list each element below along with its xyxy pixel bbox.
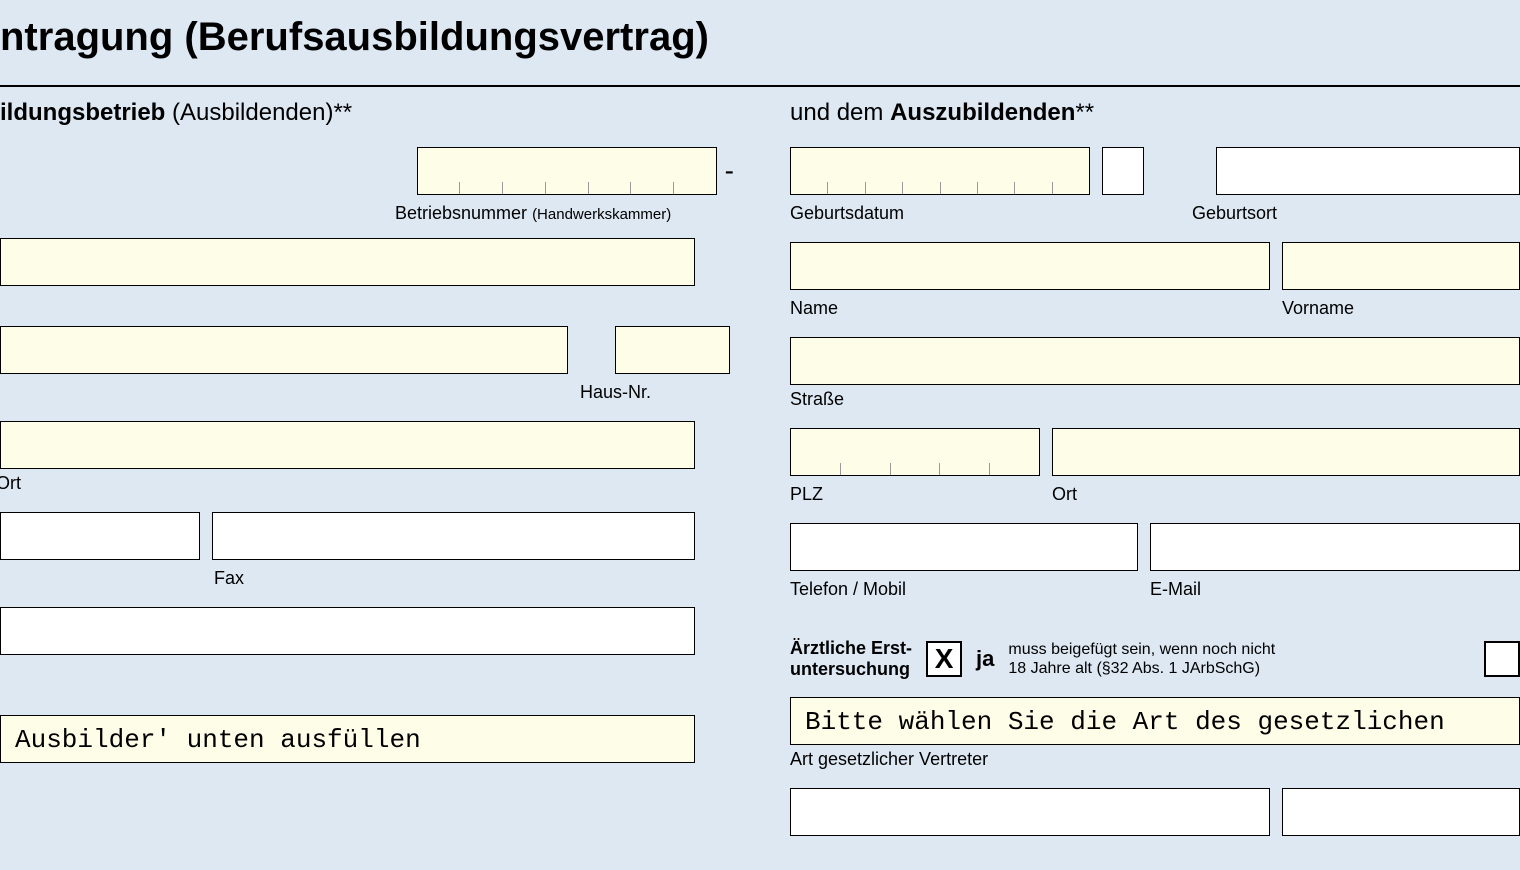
ausbilder-select[interactable]: Ausbilder' unten ausfüllen xyxy=(0,715,695,763)
birthdate-extra-input[interactable] xyxy=(1102,147,1144,195)
guardian-name-input[interactable] xyxy=(790,788,1270,836)
company-city-input[interactable] xyxy=(0,421,695,469)
betriebsnummer-input[interactable] xyxy=(417,147,717,195)
birthplace-label: Geburtsort xyxy=(1192,203,1277,224)
medical-exam-extra-checkbox[interactable] xyxy=(1484,641,1520,677)
divider xyxy=(0,85,1520,87)
trainee-email-input[interactable] xyxy=(1150,523,1520,571)
dash: - xyxy=(725,155,734,187)
trainee-phone-input[interactable] xyxy=(790,523,1138,571)
guardian-firstname-input[interactable] xyxy=(1282,788,1520,836)
trainee-street-input[interactable] xyxy=(790,337,1520,385)
medical-exam-label: Ärztliche Erst- untersuchung xyxy=(790,638,912,679)
trainee-plz-input[interactable] xyxy=(790,428,1040,476)
medical-exam-yes-checkbox[interactable]: X xyxy=(926,641,962,677)
plz-label: PLZ xyxy=(790,484,1052,505)
email-label: E-Mail xyxy=(1150,579,1201,600)
medical-exam-note: muss beigefügt sein, wenn noch nicht 18 … xyxy=(1008,640,1275,678)
trainee-ort-label: Ort xyxy=(1052,484,1077,505)
vorname-label: Vorname xyxy=(1282,298,1354,319)
trainee-heading: und dem Auszubildenden** xyxy=(790,99,1520,127)
company-section: ildungsbetrieb (Ausbildenden)** - Betrie… xyxy=(0,99,730,840)
strasse-label: Straße xyxy=(790,389,1520,410)
betriebsnummer-label: Betriebsnummer (Handwerkskammer) xyxy=(395,203,671,224)
company-phone-input[interactable] xyxy=(0,512,200,560)
company-ort-label: Ort xyxy=(0,473,695,494)
birthdate-input[interactable] xyxy=(790,147,1090,195)
yes-label: ja xyxy=(976,646,994,672)
company-name-input[interactable] xyxy=(0,238,695,286)
birthplace-input[interactable] xyxy=(1216,147,1520,195)
trainee-section: und dem Auszubildenden** Geburtsdatu xyxy=(790,99,1520,840)
company-fax-input[interactable] xyxy=(212,512,695,560)
lastname-input[interactable] xyxy=(790,242,1270,290)
company-hausnr-input[interactable] xyxy=(615,326,730,374)
trainee-city-input[interactable] xyxy=(1052,428,1520,476)
page-title: ntragung (Berufsausbildungsvertrag) xyxy=(0,15,1520,60)
hausnr-label: Haus-Nr. xyxy=(580,382,651,403)
firstname-input[interactable] xyxy=(1282,242,1520,290)
company-heading: ildungsbetrieb (Ausbildenden)** xyxy=(0,99,730,127)
name-label: Name xyxy=(790,298,1282,319)
birthdate-label: Geburtsdatum xyxy=(790,203,1192,224)
medical-exam-row: Ärztliche Erst- untersuchung X ja muss b… xyxy=(790,638,1520,679)
guardian-type-select[interactable]: Bitte wählen Sie die Art des gesetzliche… xyxy=(790,697,1520,745)
guardian-type-label: Art gesetzlicher Vertreter xyxy=(790,749,1520,770)
fax-label: Fax xyxy=(214,568,244,589)
telefon-label: Telefon / Mobil xyxy=(790,579,1150,600)
company-extra-input[interactable] xyxy=(0,607,695,655)
company-street-input[interactable] xyxy=(0,326,568,374)
